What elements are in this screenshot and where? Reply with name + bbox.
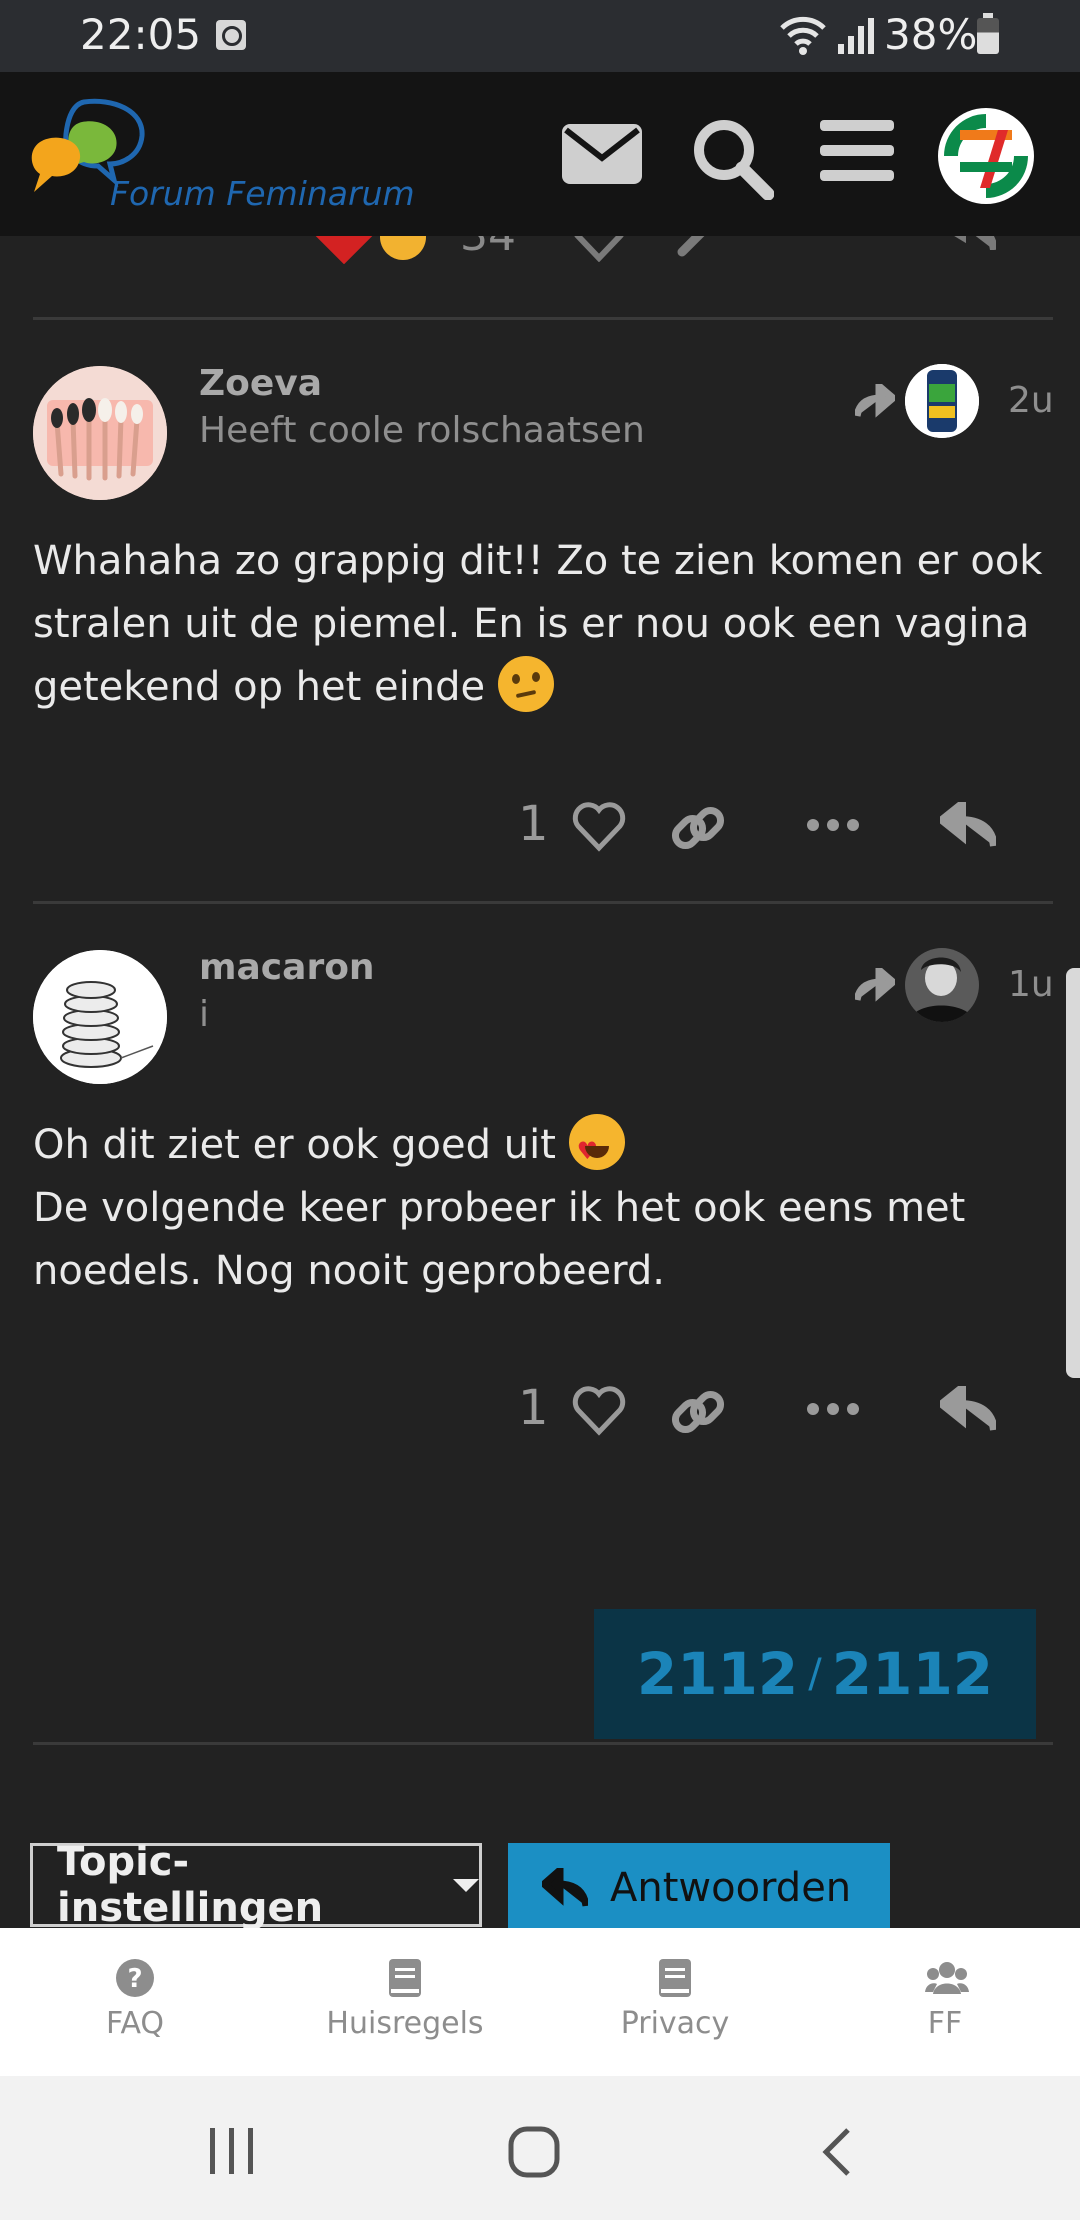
status-bar: 22:05 38%	[0, 0, 1080, 72]
post-age[interactable]: 2u	[1008, 380, 1054, 421]
makeup-brushes-avatar-icon	[33, 366, 167, 500]
footer-nav-privacy[interactable]: Privacy	[540, 1928, 810, 2076]
wifi-icon	[780, 16, 826, 55]
post-username[interactable]: Zoeva	[199, 363, 322, 404]
svg-text:?: ?	[127, 1964, 142, 1994]
heart-icon[interactable]	[572, 800, 626, 852]
user-title: i	[199, 994, 210, 1035]
post-body: Whahaha zo grappig dit!! Zo te zien kome…	[33, 530, 1043, 719]
thinking-face-emoji	[497, 656, 554, 712]
post-text-line: Oh dit ziet er ook goed uit	[33, 1114, 1043, 1183]
post-text-line: De volgende keer probeer ik het ook eens…	[33, 1185, 966, 1231]
post-age[interactable]: 1u	[1008, 964, 1054, 1005]
forum-logo[interactable]: Forum Feminarum	[30, 96, 430, 216]
post-actions: 1	[0, 1372, 1080, 1442]
footer-nav-faq[interactable]: ? FAQ	[0, 1928, 270, 2076]
question-circle-icon: ?	[116, 1959, 154, 1997]
heart-icon[interactable]	[574, 236, 624, 262]
footer-nav-huisregels[interactable]: Huisregels	[270, 1928, 540, 2076]
seven-eleven-logo-icon	[940, 110, 1032, 202]
heart-eyes-emoji	[568, 1114, 625, 1183]
reply-to-user-avatar[interactable]	[905, 364, 979, 438]
like-count[interactable]: 1	[518, 1380, 549, 1436]
battery-percentage: 38%	[884, 10, 978, 59]
book-icon	[389, 1959, 421, 1997]
post-divider	[33, 317, 1053, 320]
post-username[interactable]: macaron	[199, 947, 375, 988]
reply-button[interactable]: Antwoorden	[508, 1843, 890, 1933]
hamburger-menu-icon[interactable]	[820, 116, 894, 186]
post-actions: 1	[0, 788, 1080, 858]
recent-apps-icon[interactable]	[208, 2128, 256, 2174]
like-count[interactable]: 1	[518, 796, 549, 852]
reply-icon[interactable]	[940, 1386, 996, 1432]
search-icon[interactable]	[690, 116, 774, 200]
heart-reaction-icon	[315, 236, 373, 264]
post-text-line: stralen uit de piemel. En is er nou ook …	[33, 601, 1030, 647]
post-text-segment: getekend op het einde	[33, 664, 486, 710]
battery-icon	[977, 13, 999, 54]
reply-icon	[542, 1868, 588, 1907]
person-photo-avatar-icon	[905, 948, 979, 1022]
reaction-count: 34	[460, 236, 516, 261]
more-options-icon[interactable]	[806, 1402, 860, 1416]
post-text-line: noedels. Nog nooit geprobeerd.	[33, 1248, 666, 1294]
back-icon[interactable]	[820, 2126, 854, 2178]
link-icon[interactable]	[670, 1384, 726, 1440]
link-icon[interactable]	[670, 800, 726, 856]
post-text-line: Whahaha zo grappig dit!! Zo te zien kome…	[33, 538, 1043, 584]
signal-icon	[838, 18, 874, 54]
topic-progress[interactable]: 2112 / 2112	[594, 1609, 1036, 1739]
book-icon	[659, 1959, 691, 1997]
heart-icon[interactable]	[572, 1384, 626, 1436]
post-text-line: getekend op het einde	[33, 656, 1043, 719]
footer-nav-label: Huisregels	[326, 2006, 484, 2041]
more-options-icon[interactable]	[806, 818, 860, 832]
reply-icon[interactable]	[940, 236, 996, 250]
status-time: 22:05	[80, 10, 202, 59]
can-avatar-icon	[905, 364, 979, 438]
topic-settings-label: Topic-instellingen	[57, 1839, 324, 1931]
footer-nav-label: Privacy	[620, 2006, 730, 2041]
reply-button-label: Antwoorden	[610, 1865, 852, 1911]
footer-nav-label: FF	[927, 2006, 963, 2041]
footer-nav: ? FAQ Huisregels Privacy FF	[0, 1928, 1080, 2076]
topic-end-divider	[33, 1742, 1053, 1745]
user-title: Heeft coole rolschaatsen	[199, 410, 645, 451]
timeline-scroll-handle[interactable]	[1066, 968, 1080, 1378]
mail-icon[interactable]	[562, 124, 642, 184]
caret-down-icon	[453, 1878, 479, 1892]
reply-to-arrow-icon[interactable]	[855, 384, 895, 418]
users-icon	[925, 1962, 969, 1994]
footer-nav-ff[interactable]: FF	[810, 1928, 1080, 2076]
reply-icon[interactable]	[940, 802, 996, 848]
hug-reaction-icon	[380, 236, 426, 260]
progress-current: 2112	[636, 1640, 799, 1708]
progress-total: 2112	[831, 1640, 994, 1708]
home-icon[interactable]	[508, 2126, 560, 2178]
site-header: Forum Feminarum	[0, 72, 1080, 236]
reply-to-arrow-icon[interactable]	[855, 968, 895, 1002]
user-avatar[interactable]	[33, 950, 167, 1084]
previous-post-actions: 34	[0, 236, 1080, 264]
topic-settings-dropdown[interactable]: Topic-instellingen	[30, 1839, 482, 1931]
reply-to-user-avatar[interactable]	[905, 948, 979, 1022]
alarm-clock-icon	[216, 20, 246, 50]
post-text-segment: Oh dit ziet er ook goed uit	[33, 1122, 556, 1168]
post-divider	[33, 901, 1053, 904]
footer-nav-label: FAQ	[105, 2006, 165, 2041]
user-avatar[interactable]	[33, 366, 167, 500]
logo-text: Forum Feminarum	[110, 174, 415, 213]
post-body: Oh dit ziet er ook goed uit De volgende …	[33, 1114, 1043, 1303]
link-icon[interactable]	[672, 236, 728, 262]
progress-separator: /	[808, 1651, 822, 1697]
system-navigation-bar	[0, 2076, 1080, 2220]
macaron-stack-avatar-icon	[33, 950, 167, 1084]
more-options-icon[interactable]	[806, 236, 860, 240]
current-user-avatar[interactable]	[938, 108, 1034, 204]
